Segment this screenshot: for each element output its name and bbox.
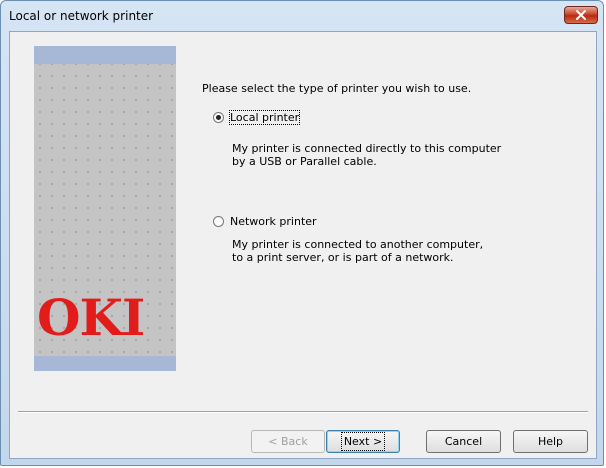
- button-separator: [18, 411, 588, 413]
- next-button-label: Next >: [340, 432, 386, 451]
- close-icon: [576, 10, 586, 20]
- local-printer-option[interactable]: Local printer: [213, 110, 301, 125]
- next-button[interactable]: Next >: [326, 430, 400, 453]
- side-banner-top-band: [34, 46, 176, 64]
- prompt-text: Please select the type of printer you wi…: [202, 82, 472, 95]
- network-printer-desc-line2: to a print server, or is part of a netwo…: [232, 251, 454, 264]
- local-printer-description: My printer is connected directly to this…: [232, 142, 501, 168]
- title-bar[interactable]: Local or network printer: [1, 1, 605, 31]
- network-printer-desc-line1: My printer is connected to another compu…: [232, 238, 484, 251]
- local-printer-desc-line2: by a USB or Parallel cable.: [232, 155, 377, 168]
- network-printer-option[interactable]: Network printer: [213, 215, 317, 228]
- local-printer-desc-line1: My printer is connected directly to this…: [232, 142, 502, 155]
- help-button[interactable]: Help: [513, 430, 588, 453]
- help-button-label: Help: [537, 435, 564, 448]
- oki-logo: OKI: [37, 288, 145, 347]
- close-button[interactable]: [564, 6, 598, 24]
- network-printer-label[interactable]: Network printer: [230, 215, 317, 228]
- local-printer-label[interactable]: Local printer: [228, 110, 301, 125]
- network-printer-radio[interactable]: [213, 216, 224, 227]
- side-banner-bottom-band: [34, 356, 176, 371]
- network-printer-description: My printer is connected to another compu…: [232, 238, 483, 264]
- dialog-body: OKI Please select the type of printer yo…: [9, 31, 597, 459]
- dialog-window: Local or network printer OKI Please sele…: [0, 0, 604, 466]
- window-title: Local or network printer: [9, 9, 154, 23]
- back-button[interactable]: < Back: [251, 430, 325, 453]
- local-printer-radio[interactable]: [213, 112, 224, 123]
- back-button-label: < Back: [268, 435, 308, 448]
- side-banner: OKI: [34, 46, 176, 371]
- cancel-button-label: Cancel: [444, 435, 483, 448]
- cancel-button[interactable]: Cancel: [426, 430, 501, 453]
